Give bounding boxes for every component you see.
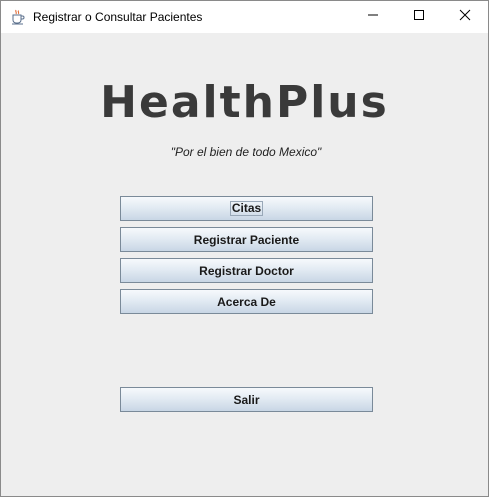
- close-icon: [459, 8, 471, 26]
- minimize-button[interactable]: [350, 1, 396, 33]
- title-bar[interactable]: Registrar o Consultar Pacientes: [1, 1, 488, 33]
- close-button[interactable]: [442, 1, 488, 33]
- java-cup-icon: [10, 9, 26, 25]
- window-title: Registrar o Consultar Pacientes: [33, 10, 203, 24]
- registrar-paciente-button[interactable]: Registrar Paciente: [120, 227, 373, 252]
- app-window: Registrar o Consultar Pacientes HealthPl…: [0, 0, 489, 497]
- citas-button[interactable]: Citas: [120, 196, 373, 221]
- maximize-icon: [413, 8, 425, 26]
- acerca-de-button[interactable]: Acerca De: [120, 289, 373, 314]
- main-panel: HealthPlus "Por el bien de todo Mexico" …: [1, 33, 488, 496]
- citas-button-label: Citas: [229, 201, 264, 216]
- salir-button[interactable]: Salir: [120, 387, 373, 412]
- slogan-text: "Por el bien de todo Mexico": [170, 145, 322, 159]
- registrar-doctor-button[interactable]: Registrar Doctor: [120, 258, 373, 283]
- salir-button-label: Salir: [233, 392, 260, 407]
- registrar-doctor-button-label: Registrar Doctor: [199, 263, 294, 278]
- maximize-button[interactable]: [396, 1, 442, 33]
- acerca-de-button-label: Acerca De: [217, 294, 276, 309]
- app-logo-text: HealthPlus: [100, 77, 389, 128]
- registrar-paciente-button-label: Registrar Paciente: [193, 232, 300, 247]
- minimize-icon: [367, 8, 379, 26]
